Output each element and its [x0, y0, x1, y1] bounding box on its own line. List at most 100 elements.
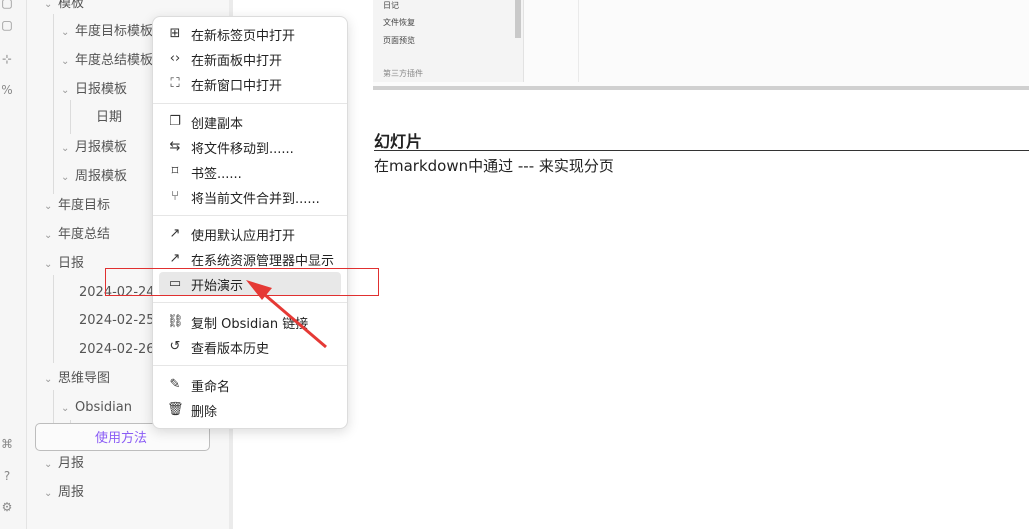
menu-version-history[interactable]: ↺ 查看版本历史 — [159, 335, 341, 359]
tree-item-label: 年度目标模板 — [75, 24, 154, 39]
copy-icon: ❐ — [169, 114, 181, 129]
tree-guide — [70, 100, 71, 134]
folder-annual-summary-template[interactable]: ⌄ 年度总结模板 — [61, 49, 153, 73]
terminal-icon[interactable]: ⊹ — [0, 52, 14, 66]
menu-rename[interactable]: ✎ 重命名 — [159, 373, 341, 397]
tree-item-label: 模板 — [58, 0, 85, 11]
menu-separator — [153, 302, 347, 303]
help-icon[interactable]: ? — [0, 469, 14, 483]
tree-guide — [53, 275, 54, 363]
menu-item-label: 使用默认应用打开 — [191, 229, 296, 244]
menu-open-default-app[interactable]: ↗ 使用默认应用打开 — [159, 222, 341, 246]
folder-tree-icon: ⇆ — [169, 139, 181, 154]
chevron-down-icon: ⌄ — [61, 85, 70, 96]
settings-icon[interactable]: ⚙ — [0, 500, 14, 514]
chevron-down-icon: ⌄ — [61, 172, 70, 183]
chevron-down-icon: ⌄ — [44, 0, 53, 10]
menu-item-label: 在新标签页中打开 — [191, 29, 296, 44]
chevron-down-icon: ⌄ — [44, 230, 53, 241]
menu-item-label: 将当前文件合并到...... — [191, 192, 320, 207]
menu-separator — [153, 365, 347, 366]
percent-icon[interactable]: % — [0, 83, 14, 97]
menu-item-label: 在新面板中打开 — [191, 54, 283, 69]
folder-annual-goal-template[interactable]: ⌄ 年度目标模板 — [61, 20, 153, 44]
folder-monthly-template[interactable]: ⌄ 月报模板 — [61, 136, 127, 160]
menu-item-label: 将文件移动到...... — [191, 142, 294, 157]
embed-line: 页面预览 — [383, 36, 415, 45]
tree-guide — [53, 14, 54, 194]
chevron-down-icon: ⌄ — [61, 403, 70, 414]
folder-daily[interactable]: ⌄ 日报 — [44, 252, 84, 276]
menu-open-new-window[interactable]: ⛶ 在新窗口中打开 — [159, 72, 341, 96]
link-icon: ⛓ — [167, 314, 184, 329]
folder-weekly[interactable]: ⌄ 周报 — [44, 481, 84, 505]
chevron-down-icon: ⌄ — [61, 56, 70, 67]
context-menu: ⊞ 在新标签页中打开 ‹› 在新面板中打开 ⛶ 在新窗口中打开 ❐ 创建副本 ⇆ 将文件移… — [152, 16, 348, 429]
doc-heading: 幻灯片 — [374, 132, 423, 151]
folder-monthly[interactable]: ⌄ 月报 — [44, 452, 84, 476]
menu-item-label: 复制 Obsidian 链接 — [191, 317, 309, 332]
file-icon[interactable]: ▢ — [0, 0, 14, 10]
tree-item-label: 日期 — [96, 110, 123, 125]
menu-separator — [153, 103, 347, 104]
tree-item-label: 年度目标 — [58, 198, 111, 213]
menu-open-new-pane[interactable]: ‹› 在新面板中打开 — [159, 47, 341, 71]
tree-item-label: 月报 — [58, 456, 85, 471]
folder-annual-goal[interactable]: ⌄ 年度目标 — [44, 194, 110, 218]
embed-line: 日记 — [383, 1, 399, 10]
menu-item-label: 创建副本 — [191, 117, 244, 132]
folder-annual-summary[interactable]: ⌄ 年度总结 — [44, 223, 110, 247]
tree-item-label: 使用方法 — [95, 431, 148, 446]
folder-mindmap[interactable]: ⌄ 思维导图 — [44, 367, 110, 391]
file-2024-02-26[interactable]: 2024-02-26 — [79, 338, 155, 362]
menu-item-label: 书签...... — [191, 167, 242, 182]
file-date[interactable]: 日期 — [96, 106, 122, 130]
copy-icon[interactable]: ▢ — [0, 18, 14, 32]
embedded-settings-list: 日记 文件恢复 页面预览 第三方插件 — [373, 0, 524, 82]
embed-section-title: 第三方插件 — [383, 69, 423, 78]
chevron-down-icon: ⌄ — [61, 143, 70, 154]
menu-item-label: 查看版本历史 — [191, 342, 270, 357]
tree-item-label: 月报模板 — [75, 140, 128, 155]
folder-daily-template[interactable]: ⌄ 日报模板 — [61, 78, 127, 102]
menu-open-new-tab[interactable]: ⊞ 在新标签页中打开 — [159, 22, 341, 46]
trash-icon: 🗑 — [167, 402, 184, 417]
folder-obsidian[interactable]: ⌄ Obsidian — [61, 396, 132, 420]
menu-make-copy[interactable]: ❐ 创建副本 — [159, 110, 341, 134]
arrow-up-right-icon: ↗ — [169, 226, 181, 241]
chevron-down-icon: ⌄ — [44, 488, 53, 499]
menu-merge-file[interactable]: ⑂ 将当前文件合并到...... — [159, 185, 341, 209]
file-2024-02-25[interactable]: 2024-02-25 — [79, 309, 155, 333]
menu-bookmark[interactable]: ⌑ 书签...... — [159, 160, 341, 184]
chevron-down-icon: ⌄ — [44, 459, 53, 470]
file-plus-icon: ⊞ — [169, 26, 181, 41]
left-ribbon: ▢ ▢ ⊹ % ⌘ ? ⚙ — [0, 0, 27, 529]
embed-line: 文件恢复 — [383, 18, 415, 27]
editor-pane: 日记 文件恢复 页面预览 第三方插件 幻灯片 在markdown中通过 --- … — [233, 0, 1032, 529]
menu-copy-obsidian-link[interactable]: ⛓ 复制 Obsidian 链接 — [159, 310, 341, 334]
menu-delete[interactable]: 🗑 删除 — [159, 398, 341, 422]
menu-move-file[interactable]: ⇆ 将文件移动到...... — [159, 135, 341, 159]
chevron-down-icon: ⌄ — [44, 201, 53, 212]
history-icon: ↺ — [169, 339, 181, 354]
menu-item-label: 在新窗口中打开 — [191, 79, 283, 94]
highlight-box — [105, 268, 379, 296]
maximize-icon: ⛶ — [170, 76, 180, 91]
folder-weekly-template[interactable]: ⌄ 周报模板 — [61, 165, 127, 189]
bookmark-icon: ⌑ — [171, 164, 179, 179]
embed-scrollbar — [515, 0, 521, 38]
menu-item-label: 在系统资源管理器中显示 — [191, 254, 335, 269]
split-icon: ‹› — [169, 51, 181, 66]
embed-divider — [578, 0, 579, 82]
tree-item-label: 年度总结 — [58, 227, 111, 242]
tree-item-label: 思维导图 — [58, 371, 111, 386]
chevron-down-icon: ⌄ — [44, 374, 53, 385]
vault-icon[interactable]: ⌘ — [0, 437, 14, 451]
tree-item-label: 2024-02-25 — [79, 313, 155, 328]
arrow-up-right-icon: ↗ — [169, 251, 181, 266]
folder-templates[interactable]: ⌄ 模板 — [44, 0, 84, 16]
tree-item-label: Obsidian — [75, 400, 132, 415]
menu-item-label: 重命名 — [191, 380, 231, 395]
tree-item-label: 年度总结模板 — [75, 53, 154, 68]
tree-item-label: 2024-02-26 — [79, 342, 155, 357]
